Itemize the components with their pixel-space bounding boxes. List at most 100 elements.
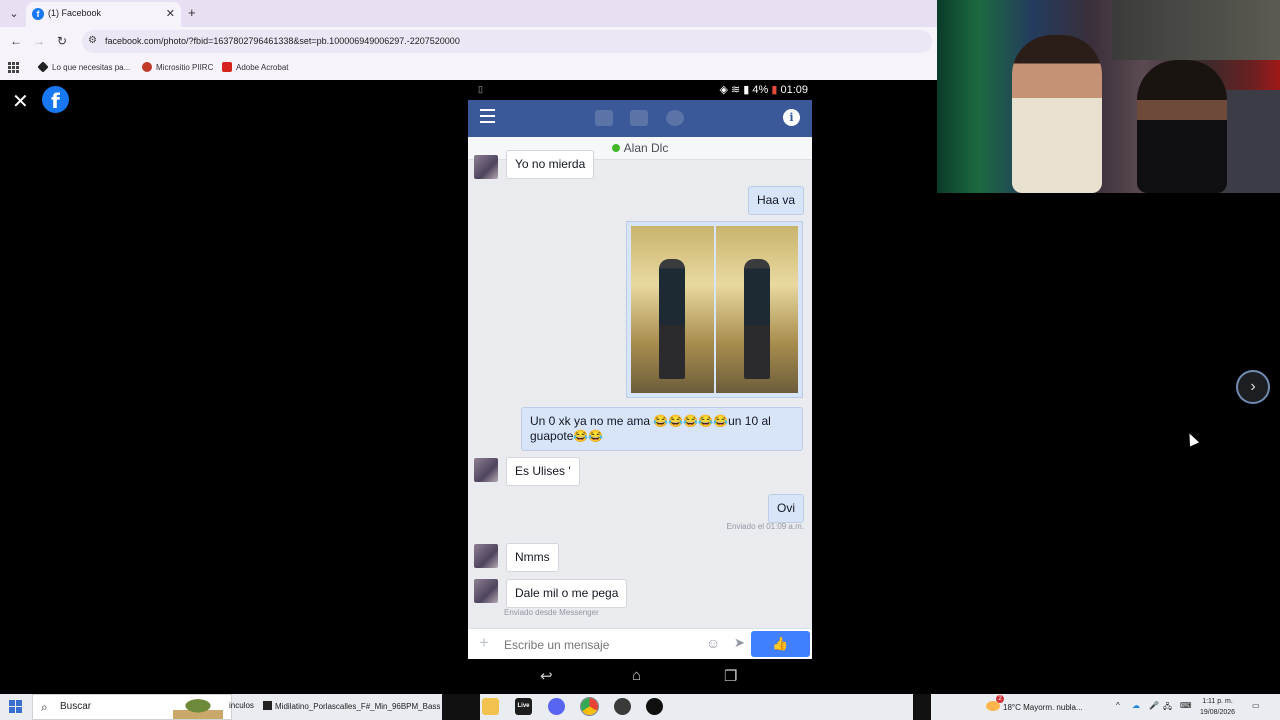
message-outgoing: Ovi bbox=[768, 494, 804, 523]
tab-list-chevron-icon[interactable]: ⌄ bbox=[6, 6, 22, 22]
messages-icon[interactable] bbox=[630, 110, 648, 126]
message-outgoing: Un 0 xk ya no me ama 😂😂😂😂😂un 10 al guapo… bbox=[521, 407, 803, 451]
message-incoming: Dale mil o me pega bbox=[506, 579, 628, 608]
hamburger-menu-icon[interactable] bbox=[480, 109, 495, 123]
message-incoming: Yo no mierda bbox=[506, 150, 595, 179]
send-icon[interactable]: ➤ bbox=[734, 635, 745, 651]
windows-start-icon[interactable] bbox=[9, 700, 22, 713]
android-home-icon[interactable]: ⌂ bbox=[632, 667, 641, 684]
mouse-cursor-icon bbox=[1184, 431, 1200, 447]
contact-avatar[interactable] bbox=[474, 579, 498, 603]
network-icon[interactable]: 🖧 bbox=[1163, 701, 1172, 715]
partial-window-label: inculos bbox=[229, 701, 254, 710]
phone-clock: 01:09 bbox=[780, 84, 808, 96]
info-icon[interactable]: i bbox=[783, 109, 800, 126]
battery-icon: ▮ bbox=[771, 84, 778, 96]
photo-person bbox=[659, 259, 686, 380]
onedrive-icon[interactable]: ☁ bbox=[1132, 701, 1140, 710]
circle-app-icon[interactable] bbox=[646, 698, 663, 715]
search-label: Buscar bbox=[60, 701, 92, 712]
message-incoming: Nmms bbox=[506, 543, 559, 572]
webcam-overlay bbox=[937, 0, 1280, 193]
chevron-right-icon: › bbox=[1250, 378, 1256, 395]
chrome-icon[interactable] bbox=[580, 697, 599, 716]
contact-avatar[interactable] bbox=[474, 544, 498, 568]
phone-screen: i Alan Dlc Yo no mierda Haa va Un 0 xk y… bbox=[468, 100, 812, 659]
facebook-favicon-icon: f bbox=[32, 8, 44, 20]
thumbs-up-icon: 👍 bbox=[772, 636, 789, 651]
windows-taskbar: ⌕ Buscar inculos Midilatino_Porlascalles… bbox=[0, 694, 1280, 720]
bookmark-label: Adobe Acrobat bbox=[236, 63, 289, 72]
phone-status-bar: ▯ ◈ ≋ ▮ 4% ▮ 01:09 bbox=[468, 80, 812, 100]
webcam-person-right bbox=[1137, 60, 1227, 193]
contact-avatar[interactable] bbox=[474, 155, 498, 179]
android-back-icon[interactable]: ↩ bbox=[540, 667, 553, 685]
notification-icon: ▯ bbox=[478, 84, 483, 94]
browser-nav-bar: ← → ↻ ⚙ facebook.com/photo/?fbid=1637802… bbox=[0, 27, 937, 56]
android-nav-bar: ↩ ⌂ ❐ bbox=[468, 659, 812, 694]
address-bar-url: facebook.com/photo/?fbid=163780279646133… bbox=[105, 36, 460, 46]
message-composer: + ☺ ➤ 👍 bbox=[468, 628, 812, 659]
clock-time: 1:11 p. m. bbox=[1202, 698, 1233, 705]
bookmarks-bar: Lo que necesitas pa... Micrositio PIIRC … bbox=[0, 56, 937, 80]
notifications-globe-icon[interactable] bbox=[666, 110, 684, 126]
emoji-icon[interactable]: ☺ bbox=[706, 635, 720, 651]
contact-name: Alan Dlc bbox=[623, 141, 669, 155]
tab-facebook[interactable]: f (1) Facebook ✕ bbox=[26, 2, 181, 27]
weather-widget[interactable]: 2 18°C Mayorm. nubla... bbox=[986, 695, 1083, 712]
next-photo-button[interactable]: › bbox=[1236, 370, 1270, 404]
forward-icon[interactable]: → bbox=[33, 34, 45, 48]
ableton-live-icon[interactable]: Live bbox=[515, 698, 532, 715]
piirc-logo-icon bbox=[142, 62, 152, 72]
weather-text: 18°C Mayorm. nubla... bbox=[1003, 703, 1083, 712]
webcam-person-left bbox=[1012, 35, 1102, 193]
message-incoming: Es Ulises ' bbox=[506, 457, 580, 486]
bookmark-lo-que-necesitas[interactable]: Lo que necesitas pa... bbox=[37, 61, 131, 73]
photo-image bbox=[631, 226, 798, 393]
bookmark-label: Lo que necesitas pa... bbox=[52, 63, 131, 72]
bookmark-label: Micrositio PIIRC bbox=[156, 63, 214, 72]
like-button[interactable]: 👍 bbox=[751, 631, 810, 657]
back-icon[interactable]: ← bbox=[10, 34, 22, 48]
message-input[interactable] bbox=[504, 636, 694, 654]
friend-requests-icon[interactable] bbox=[595, 110, 613, 126]
photo-left-half bbox=[631, 226, 714, 393]
status-right: ◈ ≋ ▮ 4% ▮ 01:09 bbox=[719, 83, 808, 96]
close-viewer-icon[interactable]: ✕ bbox=[12, 89, 29, 114]
site-info-icon[interactable]: ⚙ bbox=[88, 35, 97, 46]
microphone-icon[interactable]: 🎤 bbox=[1149, 701, 1159, 710]
new-tab-icon[interactable]: + bbox=[188, 5, 196, 20]
file-explorer-icon[interactable] bbox=[482, 698, 499, 715]
add-attachment-icon[interactable]: + bbox=[479, 633, 489, 653]
taskbar-search[interactable]: ⌕ Buscar bbox=[32, 694, 232, 720]
keyboard-icon[interactable]: ⌨ bbox=[1180, 701, 1192, 710]
contact-avatar[interactable] bbox=[474, 458, 498, 482]
facebook-logo-icon[interactable]: f bbox=[42, 86, 69, 113]
browser-tab-strip: ⌄ f (1) Facebook ✕ + bbox=[0, 0, 937, 27]
address-bar[interactable]: ⚙ facebook.com/photo/?fbid=1637802796461… bbox=[82, 30, 932, 53]
sent-from-messenger-label: Enviado desde Messenger bbox=[504, 608, 599, 617]
android-recents-icon[interactable]: ❐ bbox=[724, 667, 737, 685]
battery-percent: 4% bbox=[752, 84, 769, 96]
window-title: Midilatino_Porlascalles_F#_Min_96BPM_Bas… bbox=[275, 702, 448, 711]
message-outgoing: Haa va bbox=[747, 186, 804, 215]
taskbar-clock[interactable]: 1:11 p. m. 19/08/2026 bbox=[1200, 696, 1235, 718]
bookmark-adobe-acrobat[interactable]: Adobe Acrobat bbox=[222, 62, 288, 72]
search-highlight-tree-icon bbox=[173, 697, 223, 719]
notification-center-icon[interactable]: ▭ bbox=[1252, 701, 1260, 710]
photo-person bbox=[743, 259, 770, 380]
apps-grid-icon[interactable] bbox=[8, 62, 19, 73]
discord-icon[interactable] bbox=[548, 698, 565, 715]
reload-icon[interactable]: ↻ bbox=[57, 34, 67, 48]
obs-icon[interactable] bbox=[614, 698, 631, 715]
search-icon: ⌕ bbox=[41, 700, 48, 714]
online-status-icon bbox=[611, 144, 620, 152]
adobe-acrobat-icon bbox=[222, 62, 232, 72]
bookmark-micrositio-piirc[interactable]: Micrositio PIIRC bbox=[142, 62, 213, 72]
tray-chevron-icon[interactable]: ^ bbox=[1116, 701, 1120, 710]
tab-close-icon[interactable]: ✕ bbox=[166, 7, 175, 20]
message-photo[interactable] bbox=[626, 221, 803, 398]
webcam-wall-posters bbox=[1112, 0, 1280, 60]
taskbar-window-midilatino[interactable]: Midilatino_Porlascalles_F#_Min_96BPM_Bas… bbox=[263, 701, 447, 711]
taskbar-dark-strip bbox=[442, 694, 480, 720]
